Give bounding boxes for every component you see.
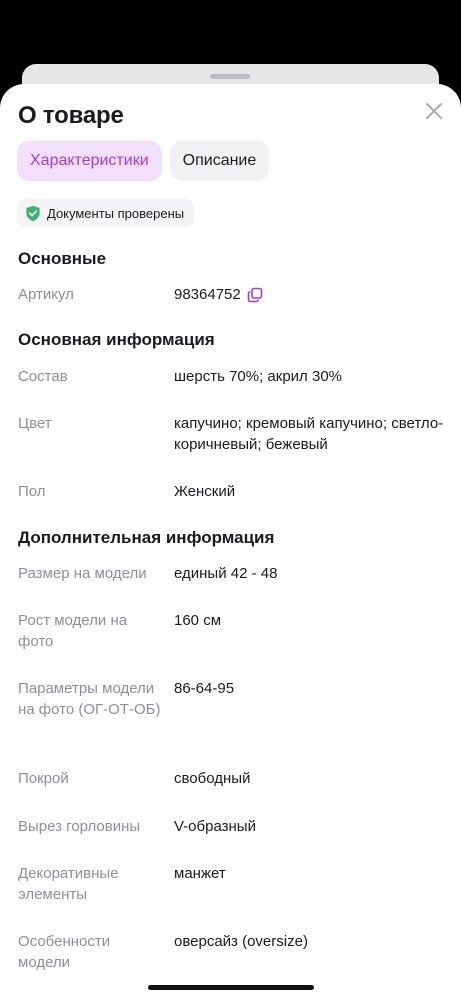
- copy-icon[interactable]: [247, 287, 263, 303]
- section-title-main-info: Основная информация: [18, 330, 215, 349]
- property-key: Состав: [18, 368, 68, 385]
- property-row: Особенности модели оверсайз (oversize): [18, 931, 448, 973]
- property-value: свободный: [174, 770, 251, 787]
- property-key: Покрой: [18, 770, 69, 787]
- property-value: оверсайз (oversize): [174, 933, 308, 950]
- property-value: шерсть 70%; акрил 30%: [174, 368, 342, 385]
- property-row: Вырез горловины V-образный: [18, 816, 448, 837]
- property-row: Параметры модели на фото (ОГ-ОТ-ОБ) 86-6…: [18, 678, 448, 720]
- property-row: Размер на модели единый 42 - 48: [18, 563, 448, 584]
- property-key: Декоративные элементы: [18, 865, 119, 903]
- property-value: Женский: [174, 483, 236, 500]
- sheet-grabber[interactable]: [210, 74, 250, 79]
- property-row-article: Артикул 98364752: [18, 284, 448, 305]
- sheet-title: О товаре: [18, 102, 124, 129]
- property-row: Покрой свободный: [18, 768, 448, 789]
- property-row: Пол Женский: [18, 481, 448, 502]
- property-value: 86-64-95: [174, 680, 235, 697]
- property-value: капучино; кремовый капучино; светло-кори…: [174, 415, 444, 453]
- property-key: Параметры модели на фото (ОГ-ОТ-ОБ): [18, 680, 161, 718]
- property-value: 160 см: [174, 612, 222, 629]
- section-title-basic: Основные: [18, 249, 107, 268]
- property-value: манжет: [174, 865, 226, 882]
- property-key: Рост модели на фото: [18, 612, 128, 650]
- property-value: V-образный: [174, 818, 256, 835]
- property-key: Размер на модели: [18, 565, 147, 582]
- badge-label: Документы проверены: [47, 205, 185, 221]
- close-icon: [426, 103, 442, 119]
- property-key: Цвет: [18, 415, 52, 432]
- property-key: Артикул: [18, 286, 74, 303]
- property-row: Состав шерсть 70%; акрил 30%: [18, 366, 448, 387]
- article-value: 98364752: [174, 284, 448, 305]
- close-button[interactable]: [423, 100, 445, 122]
- article-number[interactable]: 98364752: [174, 284, 241, 305]
- property-row: Рост модели на фото 160 см: [18, 610, 448, 652]
- property-key: Пол: [18, 483, 46, 500]
- property-row: Цвет капучино; кремовый капучино; светло…: [18, 413, 448, 455]
- tab-description[interactable]: Описание: [169, 141, 270, 181]
- product-info-sheet: О товаре Характеристики Описание Докумен…: [0, 84, 461, 999]
- section-title-extra-info: Дополнительная информация: [18, 528, 275, 547]
- tabs: Характеристики Описание: [17, 141, 270, 181]
- home-indicator: [148, 985, 314, 990]
- property-row: Декоративные элементы манжет: [18, 863, 448, 905]
- tab-characteristics[interactable]: Характеристики: [17, 141, 162, 181]
- shield-check-icon: [26, 205, 40, 221]
- property-key: Особенности модели: [18, 933, 111, 971]
- property-key: Вырез горловины: [18, 818, 141, 835]
- documents-verified-badge: Документы проверены: [17, 199, 195, 227]
- property-value: единый 42 - 48: [174, 565, 278, 582]
